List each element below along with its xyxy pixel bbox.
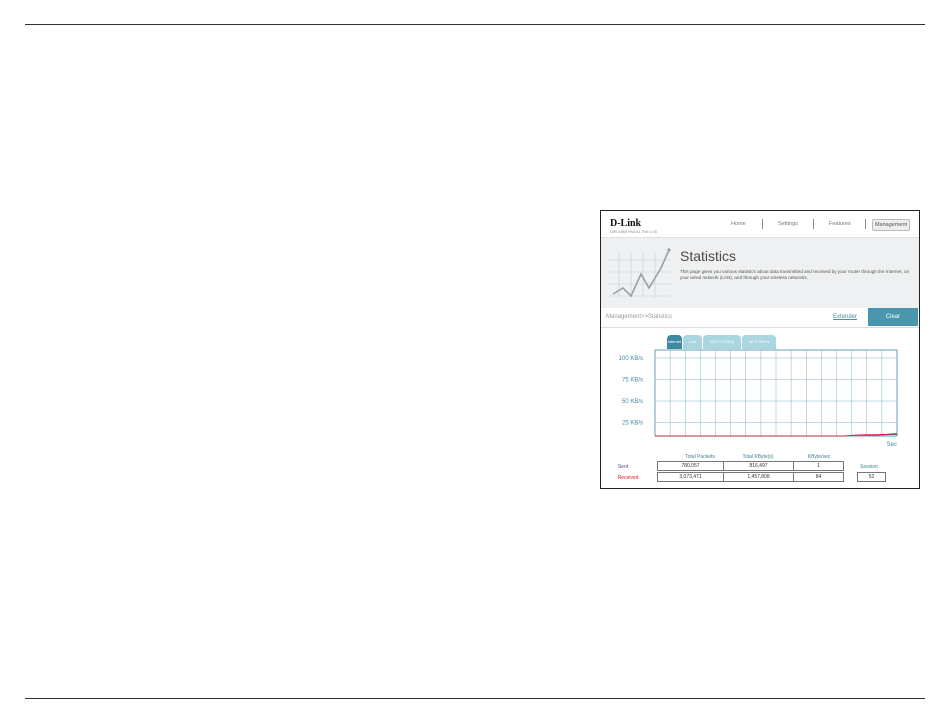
page-banner: Statistics This page gives you various s… <box>601 237 919 309</box>
sent-total-packets: 780,057 <box>657 461 724 471</box>
col-header-kbyte-sec: KByte/sec <box>807 454 831 460</box>
y-tick-label: 100 KB/s <box>619 356 643 362</box>
breadcrumb: Management>>Statistics <box>606 314 673 320</box>
clear-button[interactable]: Clear <box>868 308 918 326</box>
received-total-packets: 3,073,471 <box>657 472 724 482</box>
nav-separator <box>762 219 763 229</box>
x-unit-label: Sec <box>887 442 897 448</box>
nav-separator <box>865 219 866 229</box>
nav-features[interactable]: Features <box>829 221 851 227</box>
dlink-logo: D-Link <box>610 218 642 229</box>
traffic-chart: 100 KB/s 75 KB/s 50 KB/s 25 KB/s Sec <box>619 349 898 448</box>
page-description: This page gives you various statistics a… <box>680 269 910 280</box>
breadcrumb-bar: Management>>Statistics Extender Clear <box>601 308 919 328</box>
model-info: DIR-1960 HW:A1 FW:1.00 <box>610 229 657 234</box>
session-value: 52 <box>857 472 886 482</box>
y-tick-label: 50 KB/s <box>622 399 643 405</box>
col-header-total-kbytes: Total KByte(s) <box>742 454 774 460</box>
nav-settings[interactable]: Settings <box>778 221 798 227</box>
session-label: Session <box>860 464 878 470</box>
nav-management[interactable]: Management <box>872 219 910 231</box>
router-screenshot: D-Link DIR-1960 HW:A1 FW:1.00 Home Setti… <box>600 210 920 489</box>
extender-link[interactable]: Extender <box>833 314 857 320</box>
nav-home[interactable]: Home <box>731 221 746 227</box>
received-kbyte-sec: 84 <box>793 472 844 482</box>
sent-kbyte-sec: 1 <box>793 461 844 471</box>
top-rule <box>25 24 925 25</box>
nav-separator <box>813 219 814 229</box>
y-tick-label: 25 KB/s <box>622 421 643 427</box>
row-label-received: Received <box>617 475 639 481</box>
page-title: Statistics <box>680 248 737 264</box>
statistics-graph-icon <box>609 248 671 298</box>
header: D-Link DIR-1960 HW:A1 FW:1.00 Home Setti… <box>601 211 919 237</box>
received-total-kbytes: 1,457,808 <box>723 472 794 482</box>
sent-total-kbytes: 816,497 <box>723 461 794 471</box>
y-tick-label: 75 KB/s <box>622 378 643 384</box>
row-label-sent: Sent <box>617 464 629 470</box>
bottom-rule <box>25 698 925 699</box>
